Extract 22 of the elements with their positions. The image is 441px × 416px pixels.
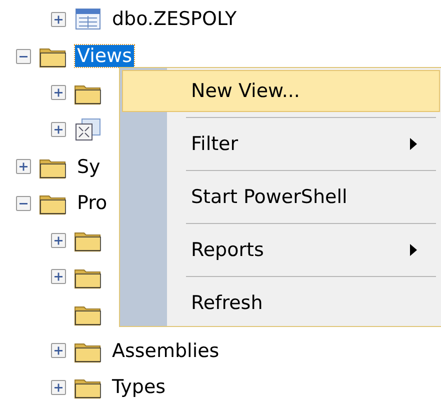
menu-item[interactable]: Reports <box>122 229 440 271</box>
tree-item[interactable]: Sy <box>75 156 102 178</box>
menu-item[interactable]: New View... <box>122 70 440 112</box>
tree-item[interactable]: Pro <box>75 192 110 214</box>
expand-icon[interactable] <box>51 232 66 248</box>
collapse-icon[interactable] <box>16 48 31 64</box>
expand-icon[interactable] <box>51 380 66 395</box>
collapse-icon[interactable] <box>16 196 31 211</box>
menu-item[interactable]: Start PowerShell <box>122 176 440 218</box>
menu-item[interactable]: Refresh <box>122 282 440 324</box>
expand-icon[interactable] <box>16 159 31 174</box>
expand-icon[interactable] <box>51 122 66 138</box>
expand-icon[interactable] <box>51 269 66 284</box>
expand-icon[interactable] <box>51 12 66 27</box>
tree-item[interactable]: Types <box>110 376 168 398</box>
tree-item[interactable]: Assemblies <box>110 340 222 362</box>
table-icon <box>74 7 102 32</box>
menu-item[interactable]: Filter <box>122 123 440 165</box>
expand-icon[interactable] <box>51 85 66 100</box>
tree-item[interactable]: Views <box>75 45 134 68</box>
expand-icon[interactable] <box>51 343 66 358</box>
tree-item[interactable]: dbo.ZESPOLY <box>110 8 239 30</box>
